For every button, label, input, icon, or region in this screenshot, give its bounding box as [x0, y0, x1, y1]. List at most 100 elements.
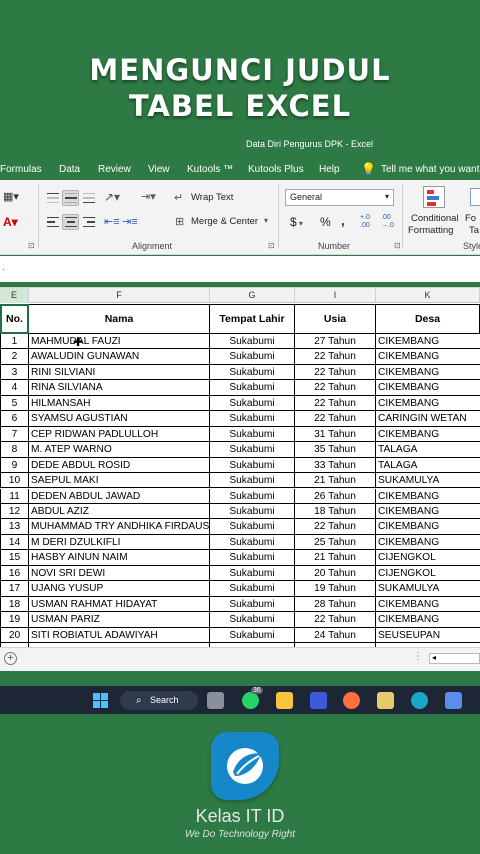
font-color-icon[interactable]: A▾: [3, 215, 18, 229]
conditional-formatting-label[interactable]: Conditional: [411, 213, 459, 224]
cell-no[interactable]: 11: [0, 488, 29, 504]
cell-tempat-lahir[interactable]: Sukabumi: [210, 364, 295, 381]
more-icon[interactable]: ⋮: [413, 651, 423, 662]
add-sheet-icon[interactable]: +: [4, 652, 17, 665]
cell-usia[interactable]: 18 Tahun: [295, 503, 376, 520]
header-tempat-lahir[interactable]: Tempat Lahir: [210, 304, 295, 334]
format-as-table-sublabel[interactable]: Ta: [469, 225, 479, 236]
taskbar-search[interactable]: ⌕ Search: [120, 691, 198, 710]
cell-nama[interactable]: SYAMSU AGUSTIAN: [29, 411, 210, 427]
cell-no[interactable]: 2: [0, 349, 29, 365]
alignment-dialog-launcher[interactable]: ⊡: [268, 241, 275, 250]
cell-tempat-lahir[interactable]: Sukabumi: [210, 426, 295, 443]
header-desa[interactable]: Desa: [376, 304, 480, 334]
cell-tempat-lahir[interactable]: Sukabumi: [210, 612, 295, 628]
cell-desa[interactable]: CIKEMBANG: [376, 334, 480, 350]
cell-nama[interactable]: SITI ROBIATUL ADAWIYAH: [29, 627, 210, 643]
cell-desa[interactable]: CIKEMBANG: [376, 519, 480, 535]
cell-nama[interactable]: CEP RIDWAN PADLULLOH: [29, 426, 210, 443]
cell-no[interactable]: 19: [0, 612, 29, 628]
wrap-text-button[interactable]: Wrap Text: [191, 192, 233, 203]
cell-desa[interactable]: CIKEMBANG: [376, 349, 480, 365]
horizontal-scrollbar[interactable]: ◂: [429, 653, 480, 664]
orientation-icon[interactable]: ↗▾: [104, 190, 120, 204]
number-format-select[interactable]: General ▾: [285, 189, 394, 206]
cell-tempat-lahir[interactable]: Sukabumi: [210, 334, 295, 350]
merge-center-button[interactable]: Merge & Center: [191, 216, 258, 227]
cell-nama[interactable]: AWALUDIN GUNAWAN: [29, 349, 210, 365]
photos-icon[interactable]: [445, 692, 462, 709]
column-header-e[interactable]: E: [0, 288, 29, 303]
middle-align-button[interactable]: [62, 190, 79, 206]
cell-no[interactable]: 6: [0, 411, 29, 427]
tab-kutools-plus[interactable]: Kutools Plus: [248, 164, 304, 175]
cell-nama[interactable]: MUHAMMAD TRY ANDHIKA FIRDAUS: [29, 519, 210, 535]
cell-desa[interactable]: SUKAMULYA: [376, 473, 480, 489]
cell-nama[interactable]: DEDE ABDUL ROSID: [29, 457, 210, 474]
cell-usia[interactable]: 22 Tahun: [295, 380, 376, 396]
windows-start-icon[interactable]: [92, 692, 109, 709]
tab-review[interactable]: Review: [98, 164, 131, 175]
cell-desa[interactable]: CIKEMBANG: [376, 489, 480, 504]
edge-icon[interactable]: [411, 692, 428, 709]
cell-usia[interactable]: 22 Tahun: [295, 364, 376, 381]
cell-nama[interactable]: UJANG YUSUP: [29, 581, 210, 597]
file-explorer-icon[interactable]: [276, 692, 293, 709]
store-icon[interactable]: [377, 692, 394, 709]
cell-tempat-lahir[interactable]: Sukabumi: [210, 473, 295, 489]
cell-desa[interactable]: CIKEMBANG: [376, 396, 480, 412]
cell-nama[interactable]: USMAN PARIZ: [29, 612, 210, 628]
cell-nama[interactable]: M. ATEP WARNO: [29, 442, 210, 458]
column-header-f[interactable]: F: [29, 288, 210, 303]
currency-button[interactable]: $ ▾: [290, 215, 303, 229]
cell-usia[interactable]: 22 Tahun: [295, 411, 376, 427]
cell-tempat-lahir[interactable]: Sukabumi: [210, 411, 295, 427]
cell-nama[interactable]: HASBY AINUN NAIM: [29, 550, 210, 566]
cell-tempat-lahir[interactable]: Sukabumi: [210, 349, 295, 365]
align-left-button[interactable]: [44, 214, 61, 230]
increase-indent-icon[interactable]: ⇥≡: [122, 215, 138, 228]
cell-desa[interactable]: SEUSEUPAN: [376, 628, 480, 643]
tab-data[interactable]: Data: [59, 164, 80, 175]
whatsapp-icon[interactable]: 36: [242, 687, 263, 709]
cell-no[interactable]: 17: [0, 581, 29, 597]
cell-no[interactable]: 4: [0, 380, 29, 396]
cell-desa[interactable]: CIKEMBANG: [376, 535, 480, 551]
top-align-button[interactable]: [44, 190, 61, 206]
cell-desa[interactable]: CIJENGKOL: [376, 566, 480, 582]
cell-usia[interactable]: 26 Tahun: [295, 488, 376, 504]
align-right-button[interactable]: [80, 214, 97, 230]
cell-nama[interactable]: MAHMUDAL FAUZI: [29, 334, 210, 350]
formula-bar[interactable]: .: [0, 256, 480, 282]
conditional-formatting-sublabel[interactable]: Formatting: [408, 225, 453, 236]
cell-no[interactable]: 20: [0, 627, 29, 643]
decrease-decimal-icon[interactable]: .00 →.0: [381, 214, 394, 230]
cell-no[interactable]: 14: [0, 534, 29, 551]
worksheet-grid[interactable]: E F G I K No. Nama Tempat Lahir Usia Des…: [0, 287, 480, 647]
cell-desa[interactable]: CIKEMBANG: [376, 427, 480, 443]
border-icon[interactable]: ▦▾: [3, 190, 19, 203]
cell-tempat-lahir[interactable]: Sukabumi: [210, 442, 295, 458]
cell-usia[interactable]: 35 Tahun: [295, 442, 376, 458]
cell-no[interactable]: 8: [0, 442, 29, 458]
cell-no[interactable]: 13: [0, 519, 29, 535]
format-as-table-label[interactable]: Fo: [465, 213, 476, 224]
column-header-i[interactable]: I: [295, 288, 376, 303]
cell-no[interactable]: 9: [0, 457, 29, 474]
cell-desa[interactable]: CIKEMBANG: [376, 365, 480, 381]
tab-help[interactable]: Help: [319, 164, 340, 175]
font-dialog-launcher[interactable]: ⊡: [28, 241, 35, 250]
cell-desa[interactable]: CIKEMBANG: [376, 504, 480, 520]
cell-usia[interactable]: 21 Tahun: [295, 550, 376, 566]
cell-nama[interactable]: M DERI DZULKIFLI: [29, 534, 210, 551]
cell-desa[interactable]: TALAGA: [376, 458, 480, 474]
merge-dropdown-icon[interactable]: ▾: [264, 216, 268, 225]
decrease-indent-icon[interactable]: ⇤≡: [104, 215, 120, 228]
cell-nama[interactable]: RINI SILVIANI: [29, 364, 210, 381]
cell-tempat-lahir[interactable]: Sukabumi: [210, 457, 295, 474]
cell-no[interactable]: 10: [0, 473, 29, 489]
cell-desa[interactable]: CIKEMBANG: [376, 380, 480, 396]
cell-usia[interactable]: 21 Tahun: [295, 473, 376, 489]
lightbulb-icon[interactable]: 💡: [361, 162, 376, 176]
cell-no[interactable]: 1: [0, 334, 29, 350]
